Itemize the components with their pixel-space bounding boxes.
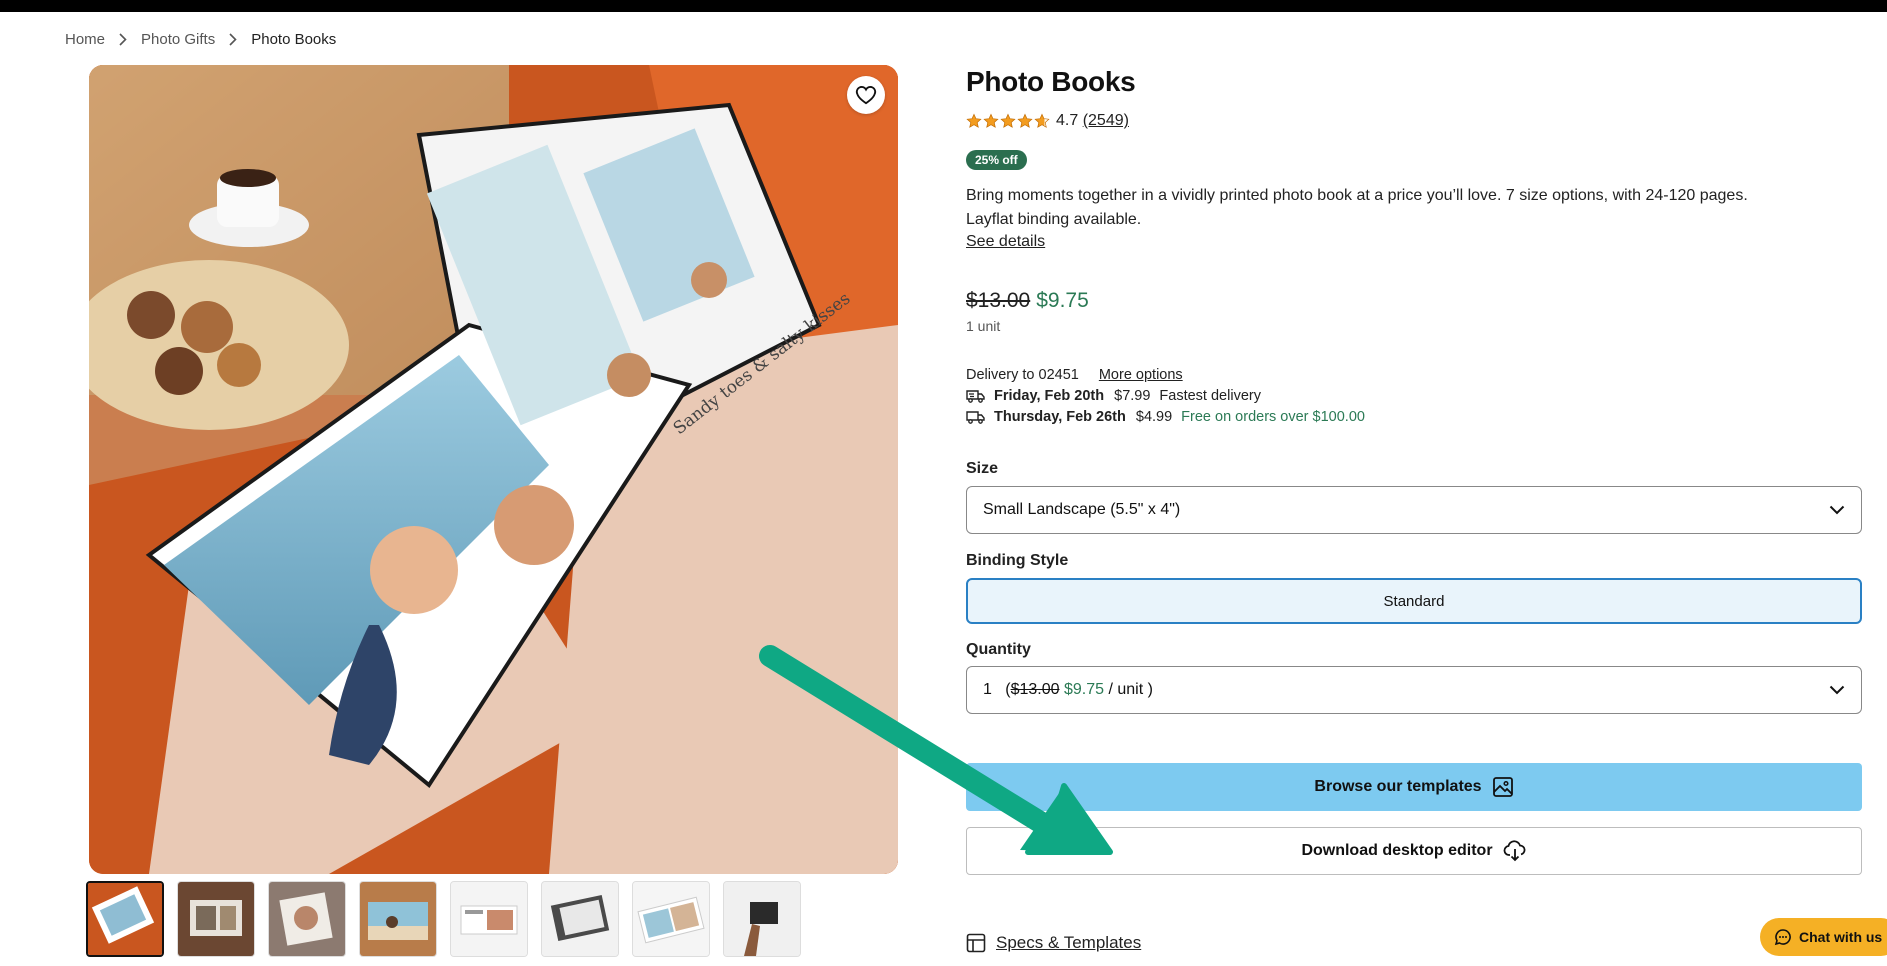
- delivery-option-fast: Friday, Feb 20th $7.99 Fastest delivery: [966, 385, 1365, 406]
- truck-icon: [966, 410, 986, 424]
- thumbnail-6[interactable]: [541, 881, 619, 957]
- delivery-location: Delivery to 02451: [966, 366, 1079, 383]
- heart-icon: [855, 85, 877, 105]
- delivery-day: Thursday, Feb 26th: [994, 408, 1126, 425]
- specs-templates-link[interactable]: Specs & Templates: [966, 933, 1141, 953]
- breadcrumb: Home Photo Gifts Photo Books: [65, 30, 336, 48]
- product-rating: 4.7 (2549): [966, 112, 1129, 130]
- binding-style-label: Binding Style: [966, 552, 1069, 569]
- more-delivery-options-link[interactable]: More options: [1099, 367, 1183, 383]
- image-icon: [1492, 776, 1514, 798]
- download-editor-label: Download desktop editor: [1301, 842, 1493, 859]
- delivery-option-standard: Thursday, Feb 26th $4.99 Free on orders …: [966, 406, 1365, 427]
- delivery-day: Friday, Feb 20th: [994, 387, 1105, 404]
- quantity-select[interactable]: 1 ($13.00 $9.75 / unit ): [966, 666, 1862, 714]
- star-rating-icon: [966, 113, 1050, 129]
- see-details-link[interactable]: See details: [966, 233, 1045, 251]
- review-count-link[interactable]: (2549): [1083, 112, 1129, 130]
- chevron-down-icon: [1829, 685, 1845, 695]
- breadcrumb-photo-gifts[interactable]: Photo Gifts: [141, 31, 215, 48]
- delivery-note: Fastest delivery: [1159, 387, 1261, 404]
- chat-bubble-icon: [1774, 928, 1792, 946]
- quantity-selected-value: 1 ($13.00 $9.75 / unit ): [983, 681, 1153, 699]
- download-editor-button[interactable]: Download desktop editor: [966, 827, 1862, 875]
- delivery-cost: $7.99: [1114, 387, 1151, 404]
- delivery-cost: $4.99: [1135, 408, 1173, 425]
- chevron-right-icon: [229, 32, 237, 46]
- thumbnail-5[interactable]: [450, 881, 528, 957]
- price-block: $13.00 $9.75: [966, 289, 1089, 313]
- chevron-down-icon: [1829, 505, 1845, 515]
- breadcrumb-current: Photo Books: [251, 30, 337, 48]
- specs-templates-label: Specs & Templates: [996, 933, 1142, 952]
- rating-value: 4.7: [1056, 112, 1079, 129]
- price-unit: 1 unit: [966, 318, 1001, 334]
- thumbnail-4[interactable]: [359, 881, 437, 957]
- product-description: Bring moments together in a vividly prin…: [966, 187, 1748, 228]
- product-title: Photo Books: [966, 66, 1136, 97]
- product-hero-image[interactable]: Sandy toes & salty kisses: [89, 65, 898, 874]
- cloud-download-icon: [1503, 840, 1527, 862]
- quantity-number: 1: [983, 681, 992, 698]
- thumbnail-3[interactable]: [268, 881, 346, 957]
- discount-badge: 25% off: [966, 150, 1027, 170]
- thumbnail-7[interactable]: [632, 881, 710, 957]
- breadcrumb-home[interactable]: Home: [65, 31, 105, 48]
- chevron-right-icon: [119, 32, 127, 46]
- quantity-new-price: $9.75: [1063, 681, 1105, 698]
- fast-truck-icon: [966, 389, 986, 403]
- browse-templates-label: Browse our templates: [1314, 778, 1482, 795]
- quantity-label: Quantity: [966, 641, 1031, 658]
- size-selected-value: Small Landscape (5.5" x 4"): [983, 501, 1181, 518]
- chat-label: Chat with us: [1799, 929, 1883, 945]
- size-label: Size: [966, 460, 999, 477]
- sale-price: $9.75: [1036, 289, 1089, 312]
- thumbnail-strip: [86, 881, 801, 957]
- thumbnail-1[interactable]: [86, 881, 164, 957]
- delivery-note: Free on orders over $100.00: [1181, 408, 1365, 425]
- binding-option-standard[interactable]: Standard: [966, 578, 1862, 624]
- table-icon: [966, 933, 986, 953]
- thumbnail-8[interactable]: [723, 881, 801, 957]
- thumbnail-2[interactable]: [177, 881, 255, 957]
- quantity-unit-suffix: / unit ): [1108, 681, 1153, 698]
- chat-with-us-button[interactable]: Chat with us: [1760, 918, 1887, 956]
- favorite-button[interactable]: [847, 76, 885, 114]
- size-select[interactable]: Small Landscape (5.5" x 4"): [966, 486, 1862, 534]
- original-price: $13.00: [966, 289, 1031, 312]
- top-bar: [0, 0, 1887, 12]
- delivery-info: Delivery to 02451 More options Friday, F…: [966, 364, 1365, 427]
- quantity-old-price: $13.00: [1010, 681, 1060, 698]
- browse-templates-button[interactable]: Browse our templates: [966, 763, 1862, 811]
